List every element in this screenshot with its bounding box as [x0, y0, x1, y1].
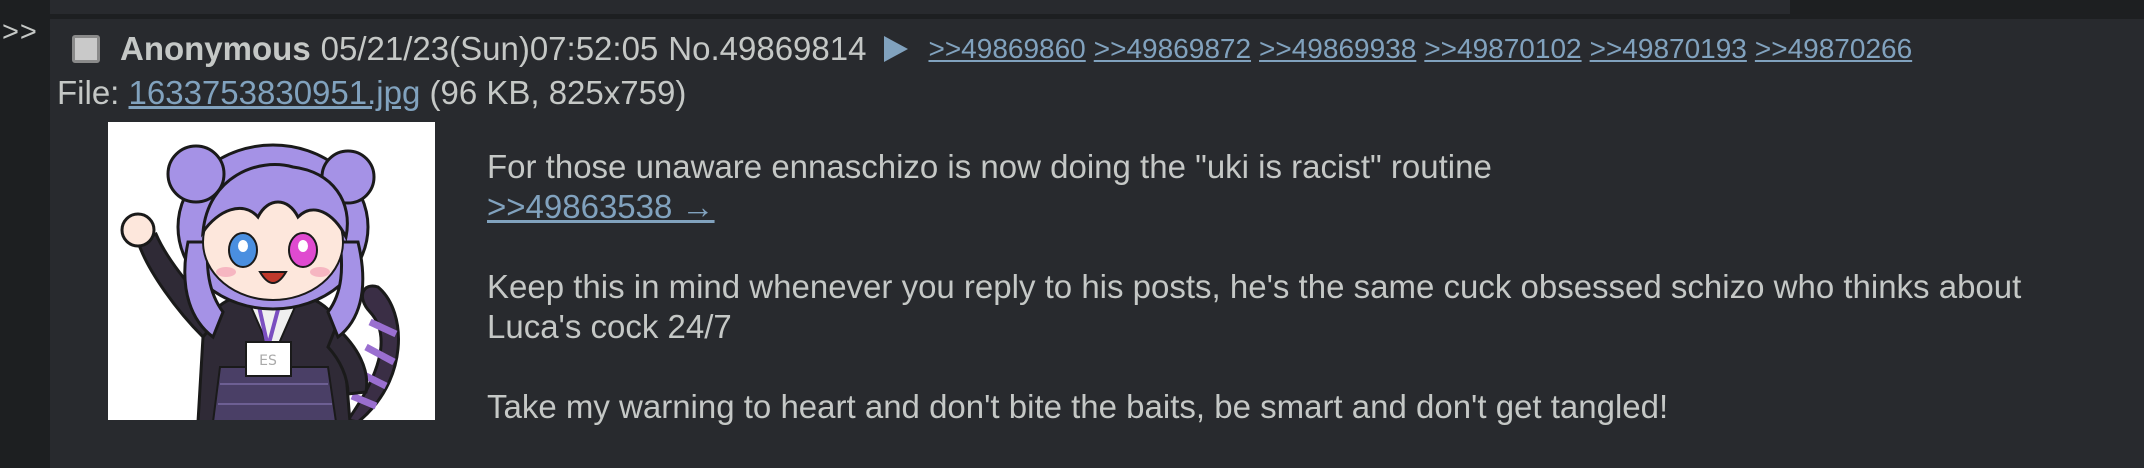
file-meta: (96 KB, 825x759): [429, 74, 687, 111]
post-datetime: 05/21/23(Sun)07:52:05: [320, 30, 659, 67]
post-info: Anonymous 05/21/23(Sun)07:52:05 No.49869…: [66, 29, 1912, 69]
backlink[interactable]: >>49870102: [1424, 33, 1581, 65]
thread-page: >> Anonymous 05/21/23(Sun)07:52:05 No.49…: [0, 0, 2144, 468]
backlink[interactable]: >>49869860: [928, 33, 1085, 65]
backlink[interactable]: >>49870193: [1590, 33, 1747, 65]
file-prefix: File:: [57, 74, 120, 111]
previous-post-edge: [50, 0, 1790, 14]
file-info: File: 1633753830951.jpg (96 KB, 825x759): [57, 74, 686, 112]
poster-name: Anonymous: [120, 30, 311, 67]
backlink[interactable]: >>49869872: [1094, 33, 1251, 65]
message-line: Keep this in mind whenever you reply to …: [487, 268, 2022, 345]
post-menu-triangle-icon[interactable]: [884, 36, 909, 62]
svg-text:ES: ES: [259, 353, 277, 369]
message-line: For those unaware ennaschizo is now doin…: [487, 148, 1492, 185]
message-line: Take my warning to heart and don't bite …: [487, 388, 1669, 425]
backlink[interactable]: >>49870266: [1755, 33, 1912, 65]
post-select-checkbox[interactable]: [72, 35, 100, 63]
side-arrows: >>: [2, 16, 38, 48]
backlink[interactable]: >>49869938: [1259, 33, 1416, 65]
file-link[interactable]: 1633753830951.jpg: [129, 74, 421, 111]
file-thumbnail[interactable]: ES: [108, 122, 435, 420]
reply-post: Anonymous 05/21/23(Sun)07:52:05 No.49869…: [50, 19, 2144, 468]
quote-link[interactable]: >>49863538 →: [487, 188, 715, 225]
post-message: For those unaware ennaschizo is now doin…: [487, 147, 2107, 427]
post-number[interactable]: No.49869814: [668, 30, 866, 68]
chibi-character-image: ES: [108, 122, 435, 420]
backlinks: >>49869860 >>49869872 >>49869938 >>49870…: [928, 33, 1912, 65]
